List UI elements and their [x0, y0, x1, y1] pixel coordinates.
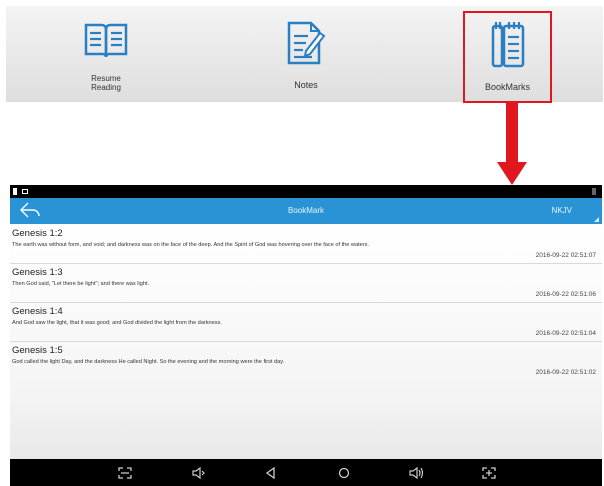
bookmarks-icon: [490, 22, 526, 75]
verse-reference: Genesis 1:4: [12, 306, 63, 317]
navigation-bar: [10, 459, 602, 486]
bookmark-date: 2016-09-22 02:51:02: [535, 369, 596, 376]
signal-icon: [592, 188, 596, 195]
bookmark-date: 2016-09-22 02:51:04: [535, 330, 596, 337]
home-icon[interactable]: [338, 466, 350, 484]
screenshot-icon[interactable]: [118, 466, 132, 484]
page-title: BookMark: [287, 206, 324, 215]
notes-label: Notes: [294, 80, 318, 90]
app-bar: BookMark NKJV: [10, 198, 602, 224]
notification-icon: [22, 189, 28, 194]
expand-screen-icon[interactable]: [482, 466, 496, 484]
verse-reference: Genesis 1:5: [12, 345, 63, 356]
open-book-icon: [83, 20, 129, 65]
bookmark-date: 2016-09-22 02:51:06: [535, 291, 596, 298]
verse-reference: Genesis 1:3: [12, 267, 63, 278]
bookmarks-label: BookMarks: [484, 82, 530, 92]
status-bar: [10, 185, 602, 198]
bookmark-list: Genesis 1:2 The earth was without form, …: [10, 224, 602, 459]
bookmark-date: 2016-09-22 02:51:07: [535, 252, 596, 259]
verse-text: God called the light Day, and the darkne…: [12, 359, 285, 365]
bookmark-row[interactable]: Genesis 1:3 Then God said, "Let there be…: [10, 263, 602, 303]
notes-pencil-icon: [286, 20, 326, 71]
bookmark-row[interactable]: Genesis 1:2 The earth was without form, …: [10, 224, 602, 264]
verse-text: The earth was without form, and void; an…: [12, 242, 369, 248]
version-selector[interactable]: NKJV: [552, 206, 572, 215]
volume-up-icon[interactable]: [409, 466, 425, 484]
volume-down-icon[interactable]: [192, 466, 206, 484]
bookmarks-button[interactable]: BookMarks: [463, 11, 552, 103]
back-icon[interactable]: [265, 466, 277, 484]
resume-reading-button[interactable]: Resume Reading: [56, 6, 156, 102]
bookmark-row[interactable]: Genesis 1:4 And God saw the light, that …: [10, 302, 602, 342]
verse-text: Then God said, "Let there be light"; and…: [12, 281, 150, 287]
resume-reading-label: Resume Reading: [91, 74, 121, 92]
red-down-arrow-icon: [497, 102, 527, 191]
battery-icon: [13, 188, 17, 195]
verse-text: And God saw the light, that it was good;…: [12, 320, 222, 326]
verse-reference: Genesis 1:2: [12, 228, 63, 239]
dropdown-corner-icon: [594, 217, 599, 222]
notes-button[interactable]: Notes: [256, 6, 356, 102]
top-menu: Resume Reading Notes BookMarks: [6, 6, 603, 103]
bookmark-row[interactable]: Genesis 1:5 God called the light Day, an…: [10, 341, 602, 380]
